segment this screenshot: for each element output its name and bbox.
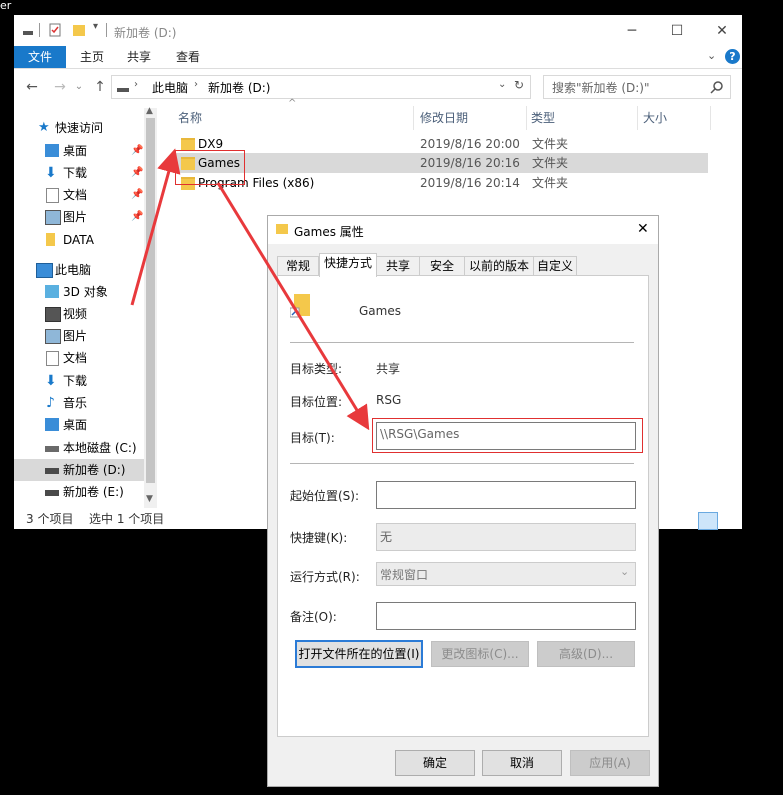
annotation-arrows <box>130 148 370 431</box>
tab-shortcut[interactable]: 快捷方式 <box>319 253 377 277</box>
annotation-arrow-up <box>130 148 181 306</box>
annotation-arrow-down <box>216 182 370 431</box>
